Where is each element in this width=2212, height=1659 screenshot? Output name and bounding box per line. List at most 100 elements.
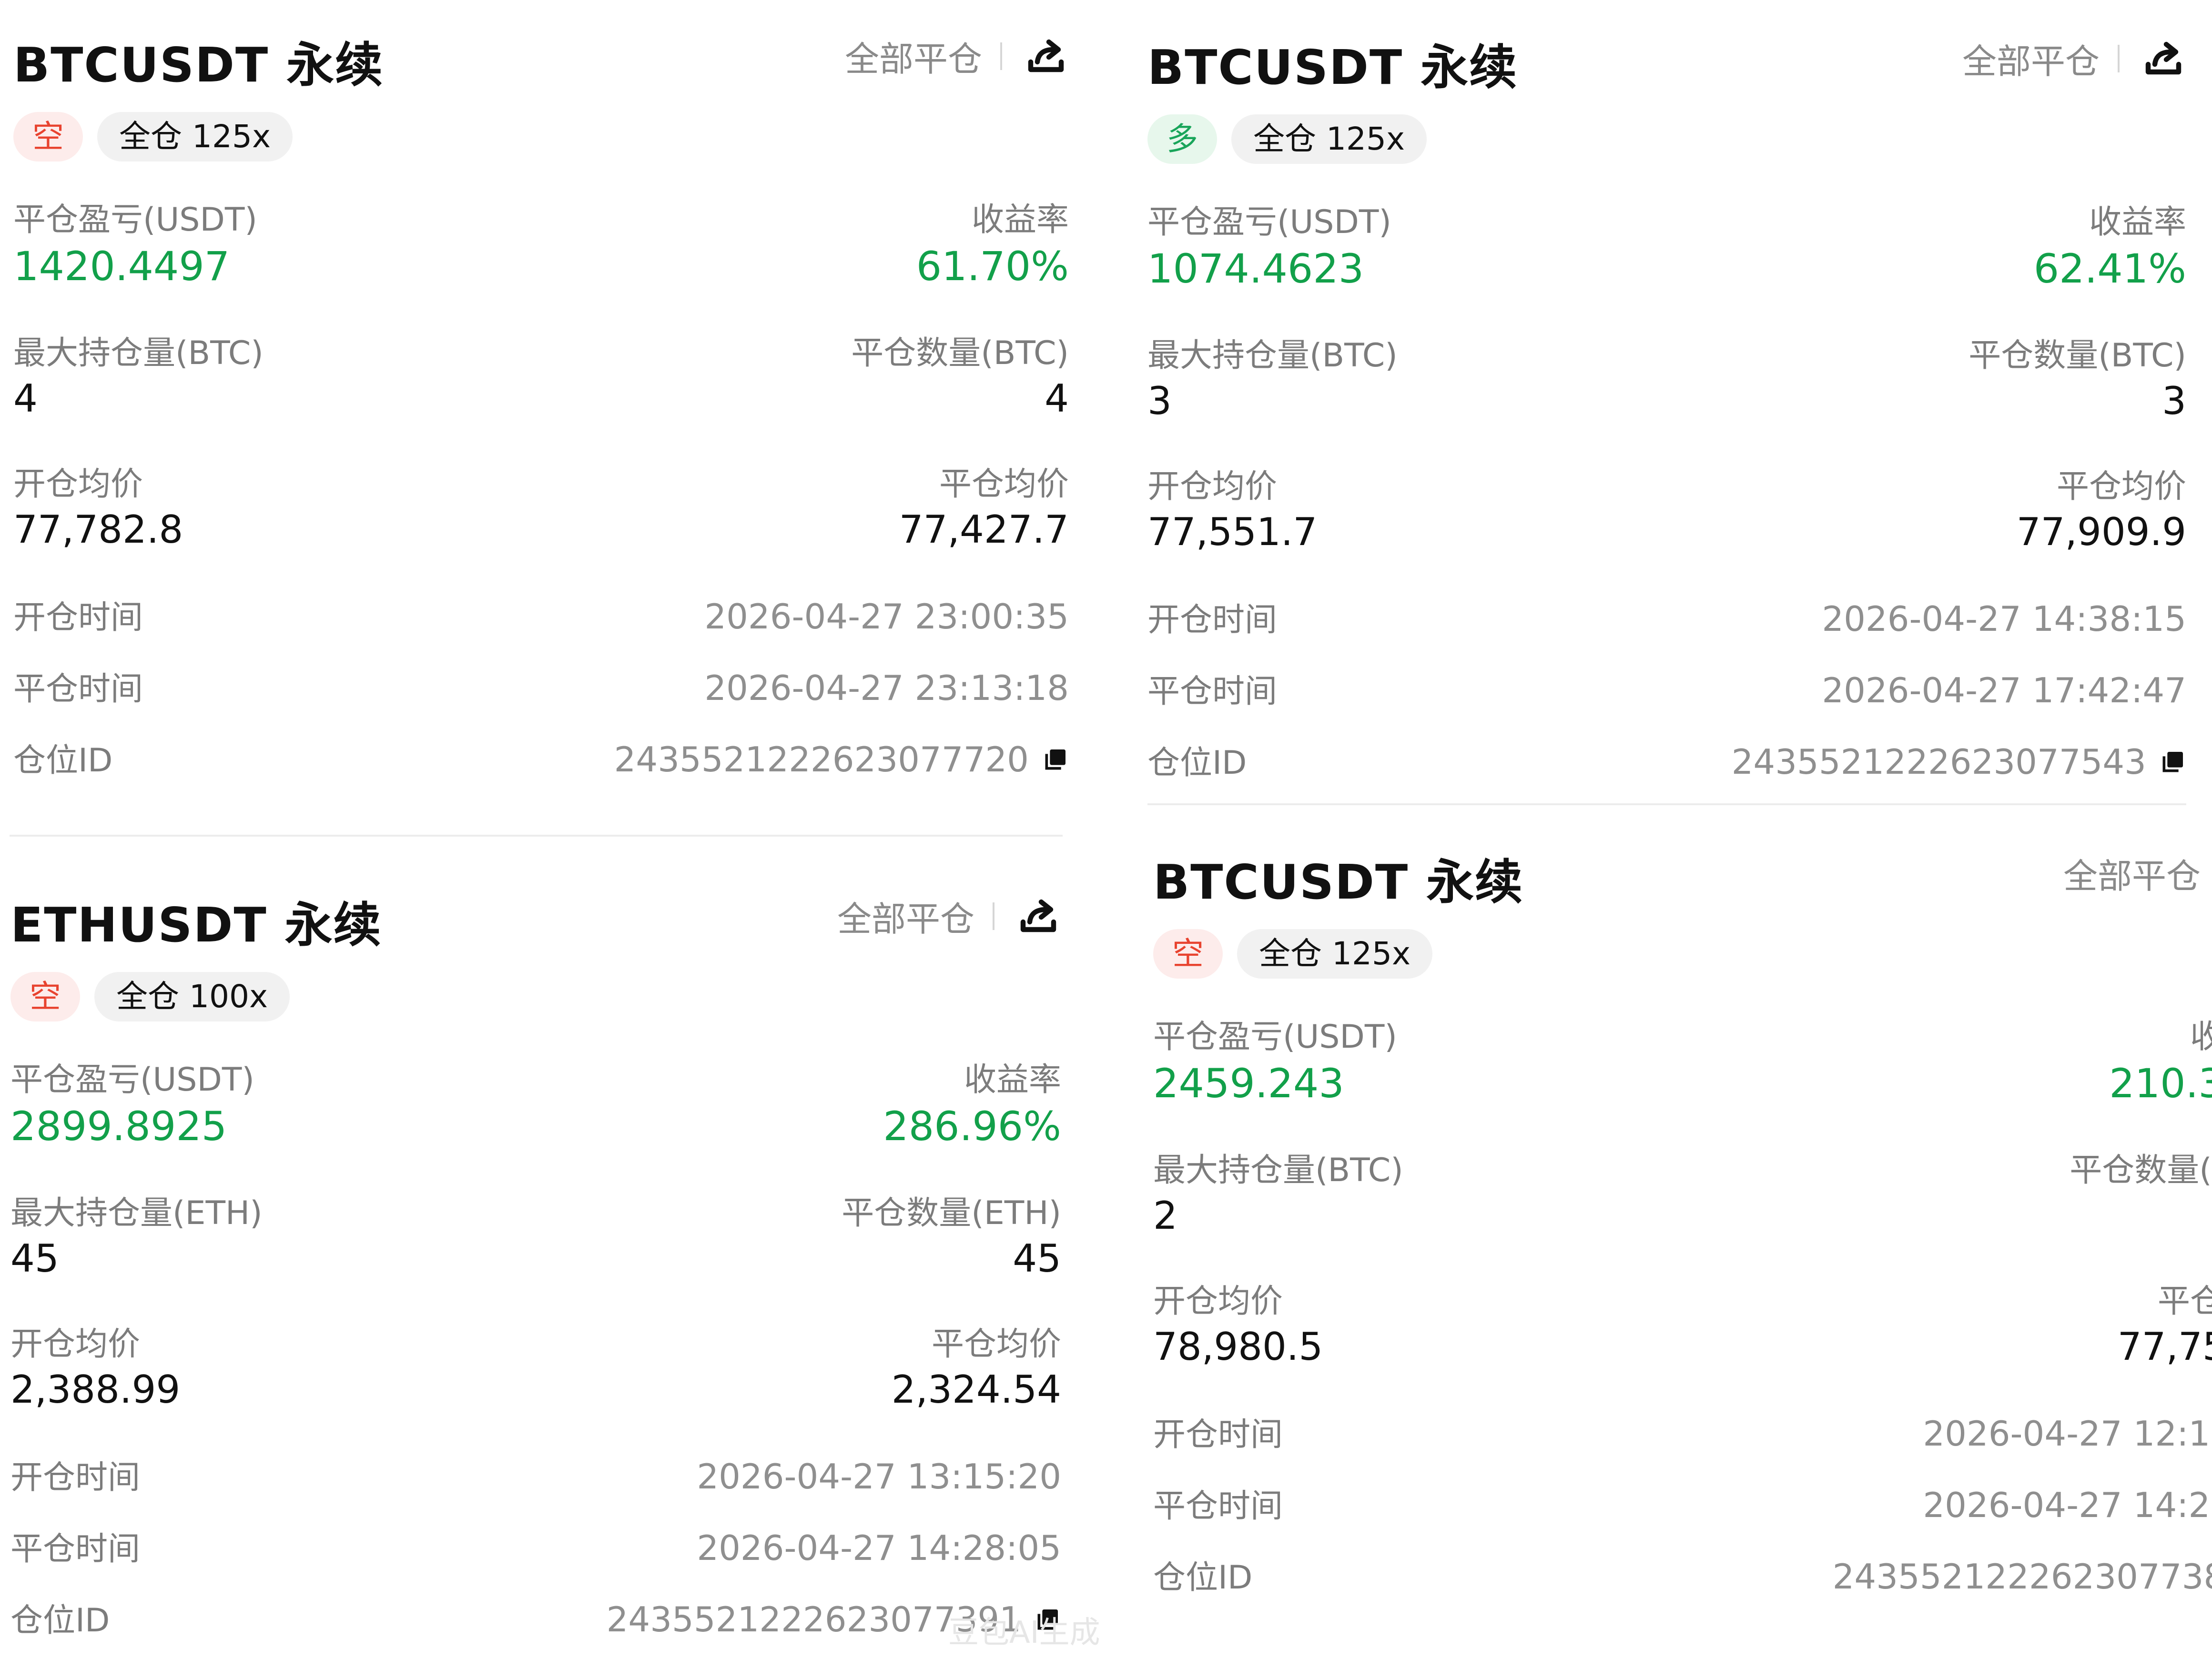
open-avg-price-label: 开仓均价	[1153, 1283, 1283, 1320]
position-card: BTCUSDT 永续 全部平仓 多 全仓 125x 平仓盈亏(USDT) 收益率…	[1147, 29, 2186, 791]
position-card: ETHUSDT 永续 全部平仓 空 全仓 100x 平仓盈亏(USDT) 收益率…	[10, 886, 1061, 1649]
qty-value-row: 2 2	[1153, 1194, 2212, 1238]
open-avg-price-value: 77,551.7	[1147, 510, 1318, 554]
open-time-label: 开仓时间	[1147, 601, 1278, 639]
roi-label: 收益率	[964, 1061, 1061, 1099]
open-avg-price-label: 开仓均价	[10, 1325, 141, 1363]
pnl-value: 2899.8925	[10, 1103, 227, 1150]
close-quantity-label: 平仓数量(BTC)	[2070, 1152, 2212, 1189]
roi-value: 61.70%	[916, 243, 1069, 290]
card-divider	[10, 835, 1063, 837]
symbol-title: BTCUSDT 永续	[13, 37, 384, 93]
symbol-title: BTCUSDT 永续	[1153, 854, 1524, 910]
pnl-label: 平仓盈亏(USDT)	[13, 201, 257, 239]
pnl-value: 2459.243	[1153, 1060, 1344, 1107]
tag-row: 空 全仓 125x	[13, 112, 307, 162]
margin-mode-badge: 全仓 125x	[1237, 929, 1433, 979]
qty-label-row: 最大持仓量(ETH) 平仓数量(ETH)	[10, 1186, 1061, 1234]
max-position-value: 4	[13, 376, 38, 421]
copy-icon[interactable]	[1042, 746, 1069, 773]
open-time-value: 2026-04-27 23:00:35	[704, 597, 1069, 637]
position-id-value: 2435521222623077543	[1731, 742, 2146, 782]
avg-value-row: 78,980.5 77,750.8	[1153, 1325, 2212, 1369]
open-avg-price-value: 2,388.99	[10, 1367, 181, 1412]
position-id-label: 仓位ID	[1153, 1559, 1253, 1597]
close-all-button[interactable]: 全部平仓	[1962, 33, 2100, 83]
position-card: BTCUSDT 永续 全部平仓 空 全仓 125x 平仓盈亏(USDT) 收益率…	[1153, 843, 2212, 1606]
roi-value: 62.41%	[2033, 245, 2186, 292]
share-icon[interactable]	[1023, 33, 1069, 79]
open-time-row: 开仓时间 2026-04-27 12:18:04	[1153, 1408, 2212, 1455]
pnl-label-row: 平仓盈亏(USDT) 收益率	[1147, 195, 2186, 243]
close-avg-price-value: 77,909.9	[2016, 510, 2186, 554]
close-all-button[interactable]: 全部平仓	[2063, 848, 2201, 898]
pnl-value-row: 2459.243 210.39%	[1153, 1060, 2212, 1107]
open-time-value: 2026-04-27 13:15:20	[697, 1457, 1061, 1497]
open-avg-price-label: 开仓均价	[13, 465, 143, 503]
position-id-row: 仓位ID 2435521222623077391	[10, 1594, 1061, 1641]
qty-value-row: 45 45	[10, 1236, 1061, 1281]
position-card: BTCUSDT 永续 全部平仓 空 全仓 125x 平仓盈亏(USDT) 收益率…	[13, 26, 1069, 789]
pnl-label: 平仓盈亏(USDT)	[10, 1061, 254, 1099]
position-id: 2435521222623077720	[614, 739, 1069, 779]
open-avg-price-label: 开仓均价	[1147, 468, 1278, 506]
side-badge: 多	[1147, 114, 1217, 164]
margin-mode-badge: 全仓 125x	[97, 112, 293, 162]
qty-value-row: 4 4	[13, 376, 1069, 421]
close-time-label: 平仓时间	[1147, 673, 1278, 710]
side-badge: 空	[10, 972, 80, 1022]
position-id-row: 仓位ID 2435521222623077543	[1147, 736, 2186, 783]
card-actions: 全部平仓	[837, 891, 1061, 941]
close-avg-price-label: 平仓均价	[939, 465, 1069, 503]
position-id-label: 仓位ID	[10, 1602, 110, 1639]
roi-label: 收益率	[2190, 1018, 2212, 1056]
open-time-row: 开仓时间 2026-04-27 13:15:20	[10, 1451, 1061, 1498]
avg-value-row: 2,388.99 2,324.54	[10, 1367, 1061, 1412]
pnl-label-row: 平仓盈亏(USDT) 收益率	[10, 1053, 1061, 1100]
close-quantity-label: 平仓数量(ETH)	[842, 1194, 1061, 1232]
action-separator	[1000, 42, 1002, 70]
close-time-value: 2026-04-27 14:27:46	[1923, 1485, 2212, 1525]
pnl-label-row: 平仓盈亏(USDT) 收益率	[13, 193, 1069, 240]
qty-value-row: 3 3	[1147, 379, 2186, 423]
roi-label: 收益率	[971, 201, 1069, 239]
avg-label-row: 开仓均价 平仓均价	[1147, 460, 2186, 507]
pnl-value-row: 1074.4623 62.41%	[1147, 245, 2186, 292]
side-badge: 空	[1153, 929, 1223, 979]
share-icon[interactable]	[1015, 893, 1061, 939]
position-id-label: 仓位ID	[1147, 744, 1247, 782]
watermark: 豆包AI生成	[948, 1615, 1100, 1650]
tag-row: 多 全仓 125x	[1147, 114, 1441, 164]
qty-label-row: 最大持仓量(BTC) 平仓数量(BTC)	[1147, 329, 2186, 376]
qty-label-row: 最大持仓量(BTC) 平仓数量(BTC)	[13, 326, 1069, 374]
close-all-button[interactable]: 全部平仓	[837, 891, 974, 941]
card-actions: 全部平仓	[1962, 33, 2186, 83]
close-all-button[interactable]: 全部平仓	[845, 31, 982, 81]
avg-label-row: 开仓均价 平仓均价	[13, 457, 1069, 505]
position-id-row: 仓位ID 2435521222623077720	[13, 734, 1069, 781]
open-time-row: 开仓时间 2026-04-27 14:38:15	[1147, 593, 2186, 640]
margin-mode-badge: 全仓 100x	[94, 972, 290, 1022]
position-id-value: 2435521222623077389	[1832, 1557, 2212, 1597]
roi-label: 收益率	[2089, 203, 2186, 241]
open-avg-price-value: 77,782.8	[13, 507, 183, 552]
close-quantity-value: 4	[1045, 376, 1069, 421]
share-icon[interactable]	[2141, 36, 2186, 81]
pnl-value-row: 1420.4497 61.70%	[13, 243, 1069, 290]
max-position-label: 最大持仓量(BTC)	[1147, 337, 1398, 374]
avg-value-row: 77,551.7 77,909.9	[1147, 510, 2186, 554]
close-time-row: 平仓时间 2026-04-27 17:42:47	[1147, 665, 2186, 712]
close-time-value: 2026-04-27 17:42:47	[1822, 670, 2186, 710]
pnl-value: 1420.4497	[13, 243, 230, 290]
close-avg-price-label: 平仓均价	[2056, 468, 2186, 506]
close-time-value: 2026-04-27 14:28:05	[697, 1528, 1061, 1568]
open-avg-price-value: 78,980.5	[1153, 1325, 1323, 1369]
close-avg-price-value: 77,750.8	[2117, 1325, 2212, 1369]
pnl-label: 平仓盈亏(USDT)	[1153, 1018, 1397, 1056]
margin-mode-badge: 全仓 125x	[1231, 114, 1427, 164]
pnl-value-row: 2899.8925 286.96%	[10, 1103, 1061, 1150]
copy-icon[interactable]	[2160, 749, 2186, 775]
card-actions: 全部平仓	[2063, 848, 2212, 898]
open-time-value: 2026-04-27 14:38:15	[1822, 599, 2186, 639]
close-quantity-value: 3	[2162, 379, 2186, 423]
